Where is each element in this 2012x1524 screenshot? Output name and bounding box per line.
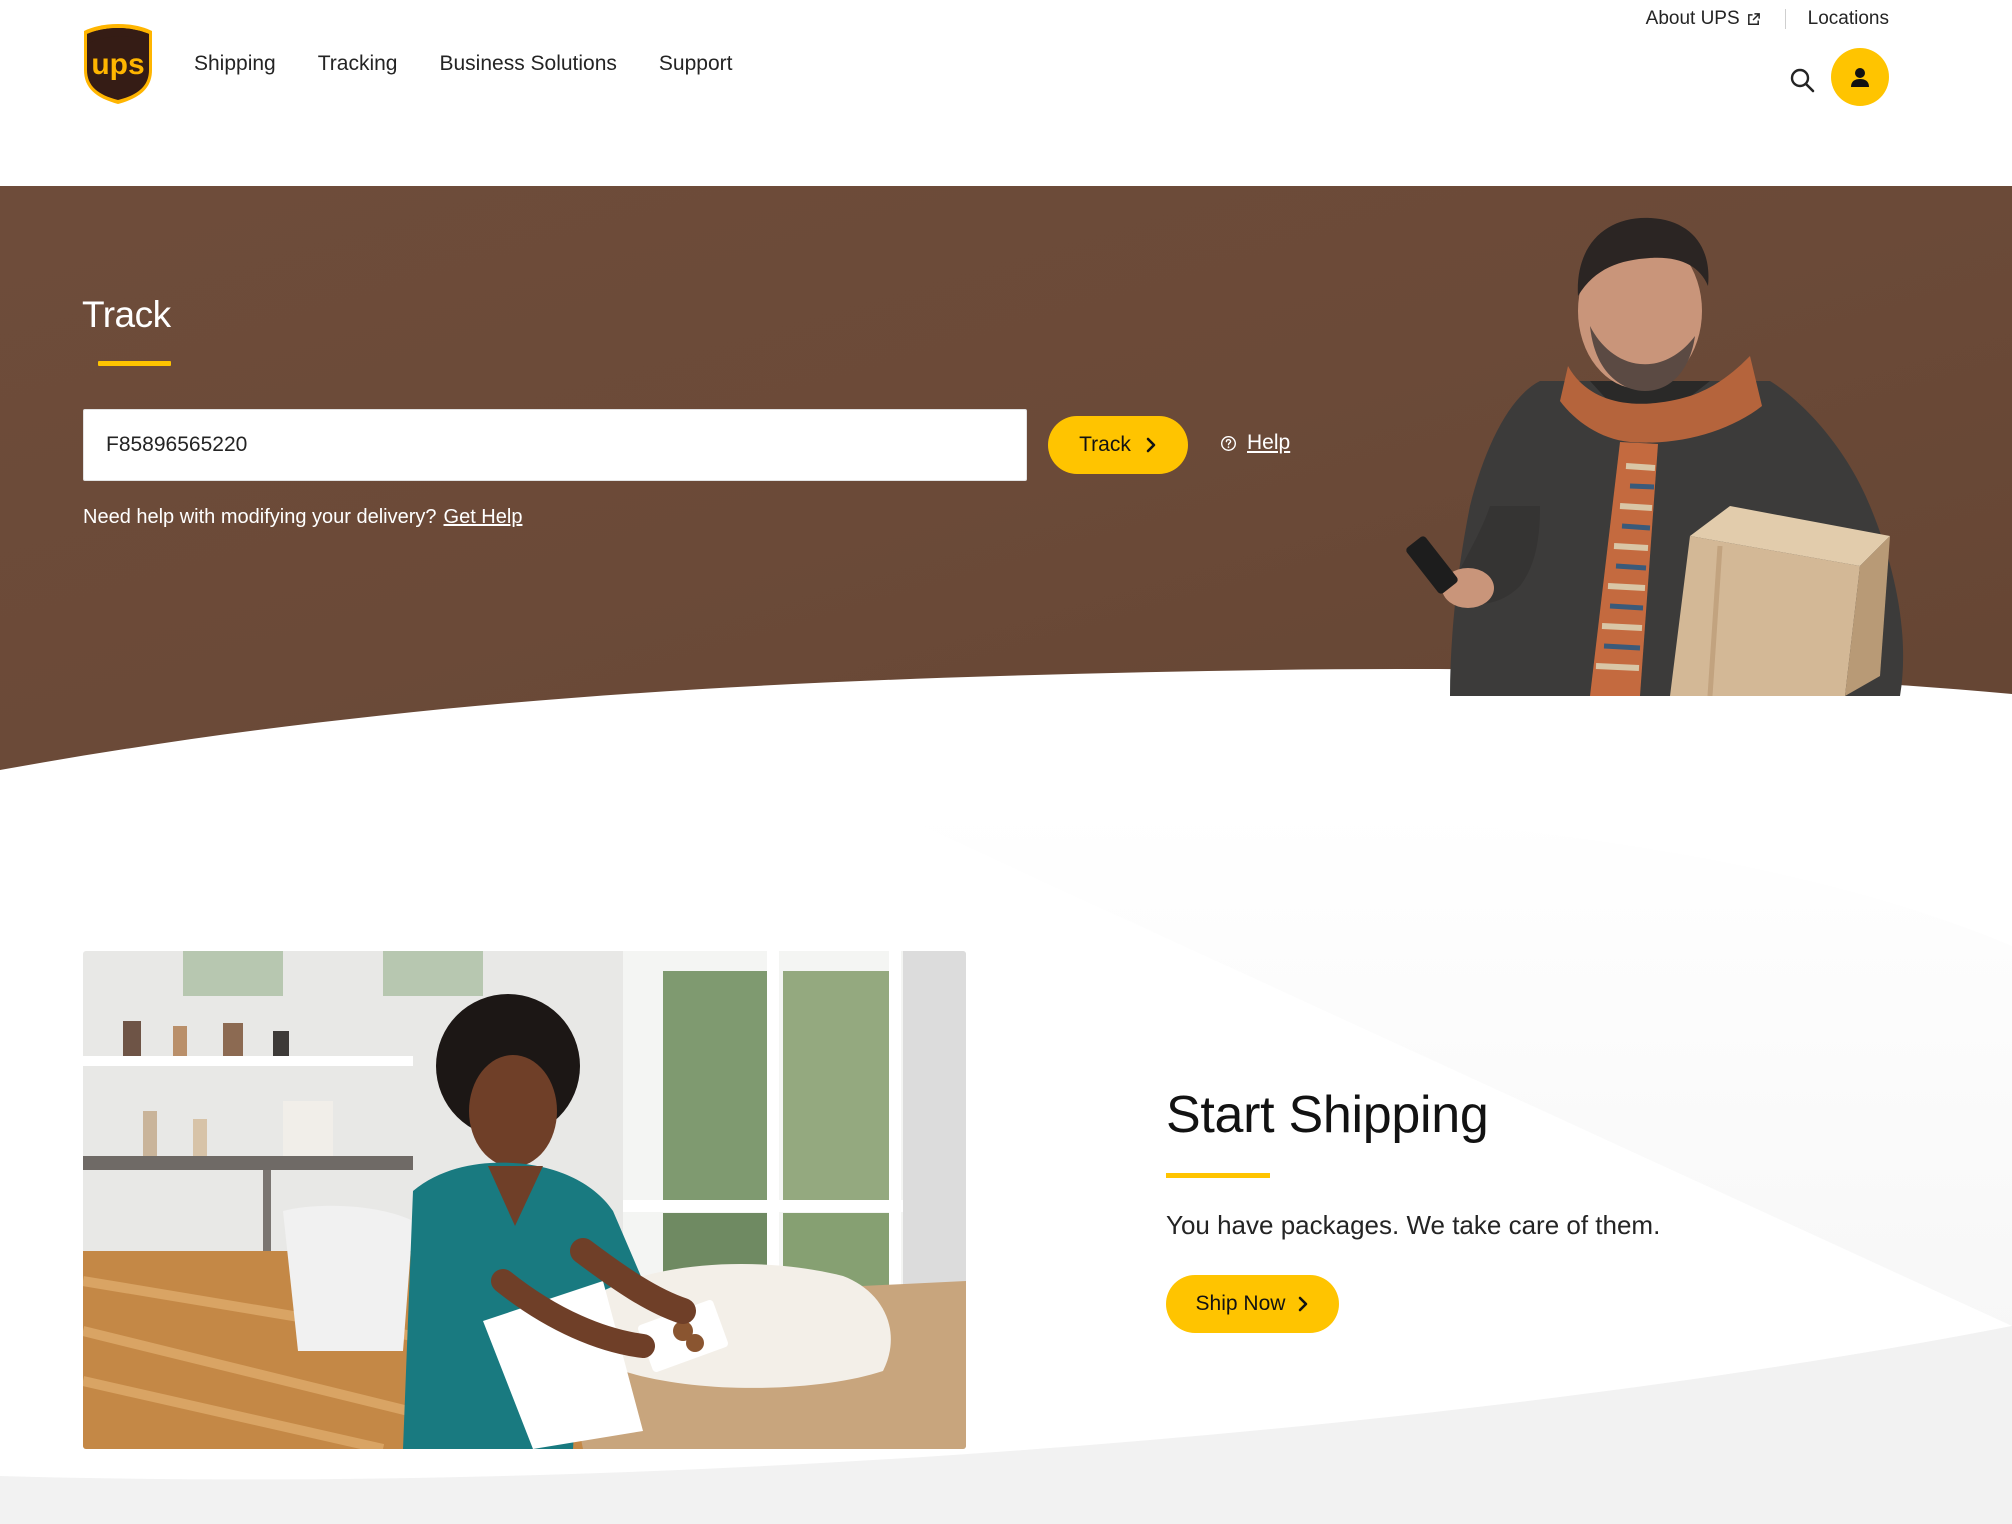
ship-now-button[interactable]: Ship Now [1166,1275,1339,1333]
site-header: ups Shipping Tracking Business Solutions… [0,0,2012,186]
help-label: Help [1247,431,1291,454]
hero-man-with-package-image [1406,217,1904,696]
nav-item-business-solutions[interactable]: Business Solutions [439,50,616,78]
chevron-right-icon [1146,437,1156,453]
about-ups-label: About UPS [1645,8,1740,29]
utility-nav: About UPS Locations [1646,8,1889,30]
external-link-icon [1747,12,1760,25]
woman-packing-box-image [83,951,966,1449]
start-shipping-title: Start Shipping [1166,1086,1489,1144]
track-title: Track [82,294,171,335]
track-button[interactable]: Track [1048,416,1188,474]
main-nav: Shipping Tracking Business Solutions Sup… [194,50,732,78]
account-button[interactable] [1831,48,1889,106]
start-shipping-subtitle: You have packages. We take care of them. [1166,1210,1661,1240]
track-button-label: Track [1079,433,1131,456]
chevron-right-icon [1299,1296,1308,1312]
track-title-underline [98,361,171,366]
tracking-number-input[interactable] [83,409,1027,481]
search-icon[interactable] [1788,66,1816,94]
get-help-link[interactable]: Get Help [444,506,523,529]
help-circle-icon [1220,435,1237,451]
ups-logo[interactable]: ups [82,22,154,106]
nav-item-shipping[interactable]: Shipping [194,50,276,78]
user-icon [1851,68,1869,87]
ship-now-label: Ship Now [1195,1292,1286,1315]
help-link[interactable]: Help [1220,431,1290,455]
utility-divider [1784,9,1786,29]
ups-logo-text: ups [91,48,144,81]
delivery-help-text: Need help with modifying your delivery? … [83,506,522,529]
nav-item-support[interactable]: Support [659,50,733,78]
about-ups-link[interactable]: About UPS [1646,8,1761,30]
nav-item-tracking[interactable]: Tracking [318,50,398,78]
track-hero: Track Track Help Need help with modifyin… [0,186,2012,776]
delivery-help-question: Need help with modifying your delivery? [83,506,437,528]
start-shipping-underline [1166,1173,1270,1178]
locations-link[interactable]: Locations [1808,8,1889,30]
